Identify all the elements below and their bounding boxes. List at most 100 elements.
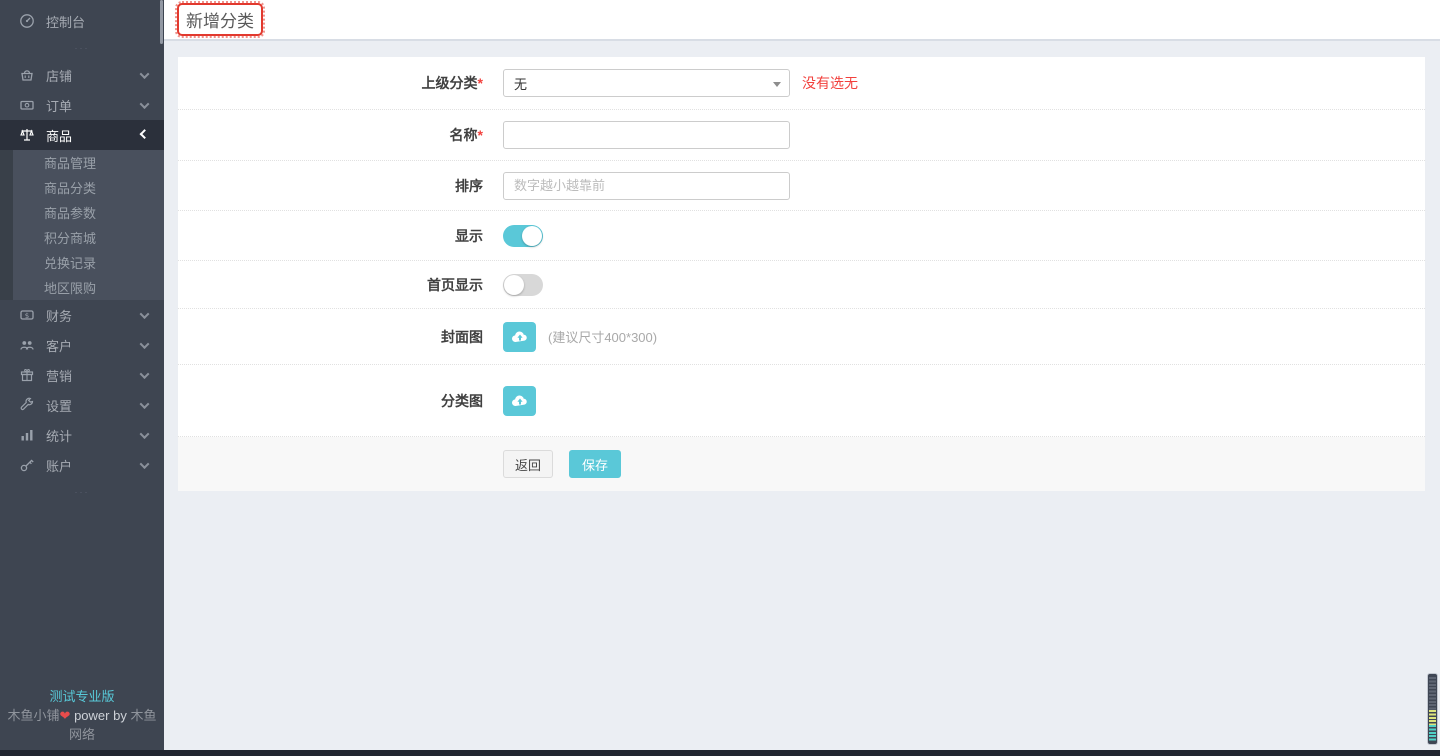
label-text: 分类图 — [441, 393, 483, 409]
scroll-map-yellow-stripes — [1429, 710, 1436, 725]
sidebar-item-label: 控制台 — [46, 12, 85, 31]
edition-link[interactable]: 测试专业版 — [0, 688, 164, 707]
submenu-item-region-limit[interactable]: 地区限购 — [13, 275, 164, 300]
chevron-left-icon — [140, 399, 150, 409]
chevron-left-icon — [140, 369, 150, 379]
cover-upload-button[interactable] — [503, 322, 536, 352]
shop-basket-icon — [18, 67, 35, 84]
selected-value: 无 — [514, 74, 527, 93]
submenu-item-exchange-records[interactable]: 兑换记录 — [13, 250, 164, 275]
select-caret-icon — [773, 82, 781, 87]
label-text: 名称 — [450, 127, 478, 143]
form-row-sort: 排序 — [178, 161, 1425, 211]
required-asterisk: * — [478, 75, 483, 91]
page-header: 新增分类 — [164, 0, 1440, 41]
banknote-icon: $ — [18, 307, 35, 324]
chevron-down-icon — [140, 129, 150, 139]
key-icon — [18, 457, 35, 474]
field-label: 上级分类* — [178, 73, 503, 93]
brand-credit: 木鱼小铺❤ power by 木鱼网络 — [0, 707, 164, 745]
category-image-upload-button[interactable] — [503, 386, 536, 416]
submenu-item-goods-manage[interactable]: 商品管理 — [13, 150, 164, 175]
sidebar-item-dashboard[interactable]: 控制台 — [0, 6, 164, 36]
form-actions: 返回 保存 — [178, 437, 1425, 491]
sidebar-item-label: 统计 — [46, 426, 72, 445]
goods-submenu: 商品管理 商品分类 商品参数 积分商城 兑换记录 地区限购 — [0, 150, 164, 300]
form-row-parent-category: 上级分类* 无 没有选无 — [178, 57, 1425, 110]
wrench-icon — [18, 397, 35, 414]
chevron-left-icon — [140, 69, 150, 79]
submenu-item-label: 积分商城 — [44, 228, 96, 247]
field-label: 排序 — [178, 176, 503, 196]
form-row-category-image: 分类图 — [178, 365, 1425, 437]
validation-note: 没有选无 — [802, 73, 858, 93]
sidebar-item-goods[interactable]: 商品 — [0, 120, 164, 150]
sidebar-item-orders[interactable]: 订单 — [0, 90, 164, 120]
scroll-map-gray-stripes — [1429, 677, 1436, 710]
heart-icon: ❤ — [60, 708, 71, 723]
display-toggle[interactable] — [503, 225, 543, 247]
toggle-knob — [522, 226, 542, 246]
chevron-left-icon — [140, 99, 150, 109]
home-display-toggle[interactable] — [503, 274, 543, 296]
label-text: 首页显示 — [427, 277, 483, 293]
submenu-item-goods-params[interactable]: 商品参数 — [13, 200, 164, 225]
money-icon — [18, 97, 35, 114]
sidebar-item-customers[interactable]: 客户 — [0, 330, 164, 360]
scroll-map-widget[interactable] — [1427, 673, 1438, 745]
svg-text:$: $ — [24, 312, 28, 320]
bottom-window-edge — [0, 750, 1440, 756]
chevron-left-icon — [140, 459, 150, 469]
sidebar-item-settings[interactable]: 设置 — [0, 390, 164, 420]
back-button[interactable]: 返回 — [503, 450, 553, 478]
save-button[interactable]: 保存 — [569, 450, 621, 478]
sidebar-divider: ··· — [0, 480, 164, 504]
main-area: 新增分类 上级分类* 无 没有选无 名称* 排序 — [164, 0, 1440, 756]
red-annotation-box: 新增分类 — [177, 3, 263, 36]
submenu-item-label: 商品参数 — [44, 203, 96, 222]
label-text: 排序 — [455, 178, 483, 194]
toggle-knob — [504, 275, 524, 295]
sidebar-scrollbar-thumb[interactable] — [160, 0, 163, 44]
form-row-cover-image: 封面图 (建议尺寸400*300) — [178, 309, 1425, 365]
sidebar-item-label: 财务 — [46, 306, 72, 325]
scales-icon — [18, 127, 35, 144]
sort-input[interactable] — [503, 172, 790, 200]
submenu-item-label: 商品分类 — [44, 178, 96, 197]
submenu-item-label: 地区限购 — [44, 278, 96, 297]
submenu-item-points-mall[interactable]: 积分商城 — [13, 225, 164, 250]
label-text: 封面图 — [441, 329, 483, 345]
users-icon — [18, 337, 35, 354]
form-row-name: 名称* — [178, 110, 1425, 161]
sidebar-item-label: 商品 — [46, 126, 72, 145]
sidebar-item-label: 客户 — [46, 336, 72, 355]
sidebar-item-label: 订单 — [46, 96, 72, 115]
app-window: 控制台 ··· 店铺 订单 商品 — [0, 0, 1440, 756]
sidebar-item-statistics[interactable]: 统计 — [0, 420, 164, 450]
label-text: 上级分类 — [422, 75, 478, 91]
scroll-map-teal-stripes — [1429, 725, 1436, 742]
size-hint: (建议尺寸400*300) — [548, 327, 657, 346]
sidebar-item-marketing[interactable]: 营销 — [0, 360, 164, 390]
page-content: 上级分类* 无 没有选无 名称* 排序 显示 — [164, 41, 1440, 491]
sidebar-item-label: 设置 — [46, 396, 72, 415]
gift-icon — [18, 367, 35, 384]
form-row-home-display: 首页显示 — [178, 261, 1425, 309]
sidebar-footer: 测试专业版 木鱼小铺❤ power by 木鱼网络 — [0, 688, 164, 745]
required-asterisk: * — [478, 127, 483, 143]
submenu-item-goods-category[interactable]: 商品分类 — [13, 175, 164, 200]
chevron-left-icon — [140, 339, 150, 349]
sidebar-item-shop[interactable]: 店铺 — [0, 60, 164, 90]
page-title: 新增分类 — [186, 12, 254, 31]
name-input[interactable] — [503, 121, 790, 149]
sidebar-item-label: 账户 — [46, 456, 72, 475]
field-label: 名称* — [178, 125, 503, 145]
field-label: 首页显示 — [178, 275, 503, 295]
parent-category-select[interactable]: 无 — [503, 69, 790, 97]
cloud-upload-icon — [511, 329, 529, 345]
bar-chart-icon — [18, 427, 35, 444]
power-by-text: power by — [70, 708, 130, 723]
sidebar-divider: ··· — [0, 36, 164, 60]
sidebar-item-account[interactable]: 账户 — [0, 450, 164, 480]
sidebar-item-finance[interactable]: $ 财务 — [0, 300, 164, 330]
